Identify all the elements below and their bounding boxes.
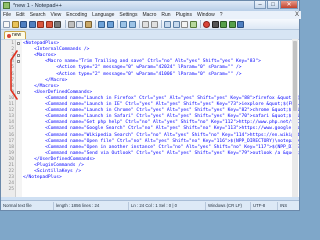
show-all-chars-icon[interactable] bbox=[181, 20, 188, 28]
window-title: *new 1 - Notepad++ bbox=[13, 3, 62, 9]
notepadpp-window: *new 1 - Notepad++ – □ ✕ File Edit Searc… bbox=[0, 0, 301, 211]
status-eol: Windows (CR LF) bbox=[206, 201, 251, 210]
tab-new-1[interactable]: new 1 bbox=[4, 31, 26, 45]
code-line[interactable]: 25 bbox=[1, 187, 299, 193]
title-bar[interactable]: *new 1 - Notepad++ – □ ✕ bbox=[1, 1, 299, 11]
replace-icon[interactable] bbox=[128, 20, 136, 28]
menu-language[interactable]: Language bbox=[92, 11, 114, 19]
editor-area[interactable]: 1 <NotepadPlus> 2 <InternalCommands /> 3 <M… bbox=[1, 39, 299, 197]
menu-help[interactable]: ? bbox=[220, 11, 223, 19]
line-number: 25 bbox=[8, 187, 14, 193]
save-all-icon[interactable] bbox=[28, 20, 36, 28]
menu-encoding[interactable]: Encoding bbox=[66, 11, 87, 19]
toolbar-separator bbox=[161, 20, 162, 28]
close-button[interactable]: ✕ bbox=[280, 1, 298, 9]
close-document-icon[interactable]: X bbox=[295, 11, 299, 19]
menu-run[interactable]: Run bbox=[161, 11, 170, 19]
toolbar bbox=[1, 19, 299, 30]
save-icon[interactable] bbox=[20, 20, 27, 28]
status-encoding: UTF-8 bbox=[251, 201, 278, 210]
copy-icon[interactable] bbox=[76, 20, 83, 28]
record-macro-icon[interactable] bbox=[203, 20, 210, 28]
maximize-button[interactable]: □ bbox=[267, 1, 279, 9]
fold-toggle-icon[interactable] bbox=[17, 42, 20, 45]
toolbar-separator bbox=[139, 20, 140, 28]
play-macro-icon[interactable] bbox=[220, 20, 227, 28]
open-file-icon[interactable] bbox=[11, 20, 19, 28]
close-all-icon[interactable] bbox=[45, 20, 53, 28]
paste-icon[interactable] bbox=[84, 20, 92, 28]
run-macro-multiple-icon[interactable] bbox=[228, 20, 236, 28]
status-insert-mode: INS bbox=[280, 202, 288, 208]
menu-bar: File Edit Search View Encoding Language … bbox=[1, 11, 301, 19]
red-bracket-annotation bbox=[10, 50, 18, 100]
indent-guide-icon[interactable] bbox=[189, 20, 197, 28]
menu-search[interactable]: Search bbox=[30, 11, 46, 19]
status-length-lines: length : 1856 lines : 24 bbox=[54, 201, 129, 210]
menu-edit[interactable]: Edit bbox=[16, 11, 25, 19]
find-icon[interactable] bbox=[120, 20, 127, 28]
vertical-scrollbar[interactable] bbox=[292, 39, 298, 197]
stop-macro-icon[interactable] bbox=[211, 20, 219, 28]
minimize-button[interactable]: – bbox=[254, 1, 266, 9]
status-bar: Normal text file length : 1856 lines : 2… bbox=[1, 200, 299, 210]
toolbar-separator bbox=[117, 20, 118, 28]
window-controls: – □ ✕ bbox=[253, 1, 298, 10]
menu-plugins[interactable]: Plugins bbox=[176, 11, 192, 19]
close-icon[interactable] bbox=[37, 20, 44, 28]
menu-file[interactable]: File bbox=[3, 11, 11, 19]
cut-icon[interactable] bbox=[67, 20, 75, 28]
toolbar-separator bbox=[95, 20, 96, 28]
menu-view[interactable]: View bbox=[51, 11, 62, 19]
notepadpp-app-icon bbox=[3, 2, 10, 9]
print-icon[interactable] bbox=[54, 20, 61, 28]
toolbar-separator bbox=[200, 20, 201, 28]
zoom-out-icon[interactable] bbox=[150, 20, 158, 28]
undo-icon[interactable] bbox=[98, 20, 105, 28]
redo-icon[interactable] bbox=[106, 20, 114, 28]
status-cursor-position: Ln : 24 Col : 1 Sel : 0 | 0 bbox=[129, 201, 206, 210]
sync-scroll-icon[interactable] bbox=[164, 20, 171, 28]
menu-window[interactable]: Window bbox=[197, 11, 215, 19]
menu-macro[interactable]: Macro bbox=[142, 11, 156, 19]
new-file-icon[interactable] bbox=[3, 20, 10, 28]
tab-bar: new 1 bbox=[1, 30, 299, 45]
word-wrap-icon[interactable] bbox=[172, 20, 180, 28]
menu-settings[interactable]: Settings bbox=[119, 11, 137, 19]
status-file-type: Normal text file bbox=[1, 201, 54, 210]
scrollbar-thumb[interactable] bbox=[293, 41, 297, 111]
save-macro-icon[interactable] bbox=[237, 20, 244, 28]
toolbar-separator bbox=[64, 20, 66, 28]
unsaved-icon bbox=[7, 34, 11, 38]
zoom-in-icon[interactable] bbox=[142, 20, 149, 28]
